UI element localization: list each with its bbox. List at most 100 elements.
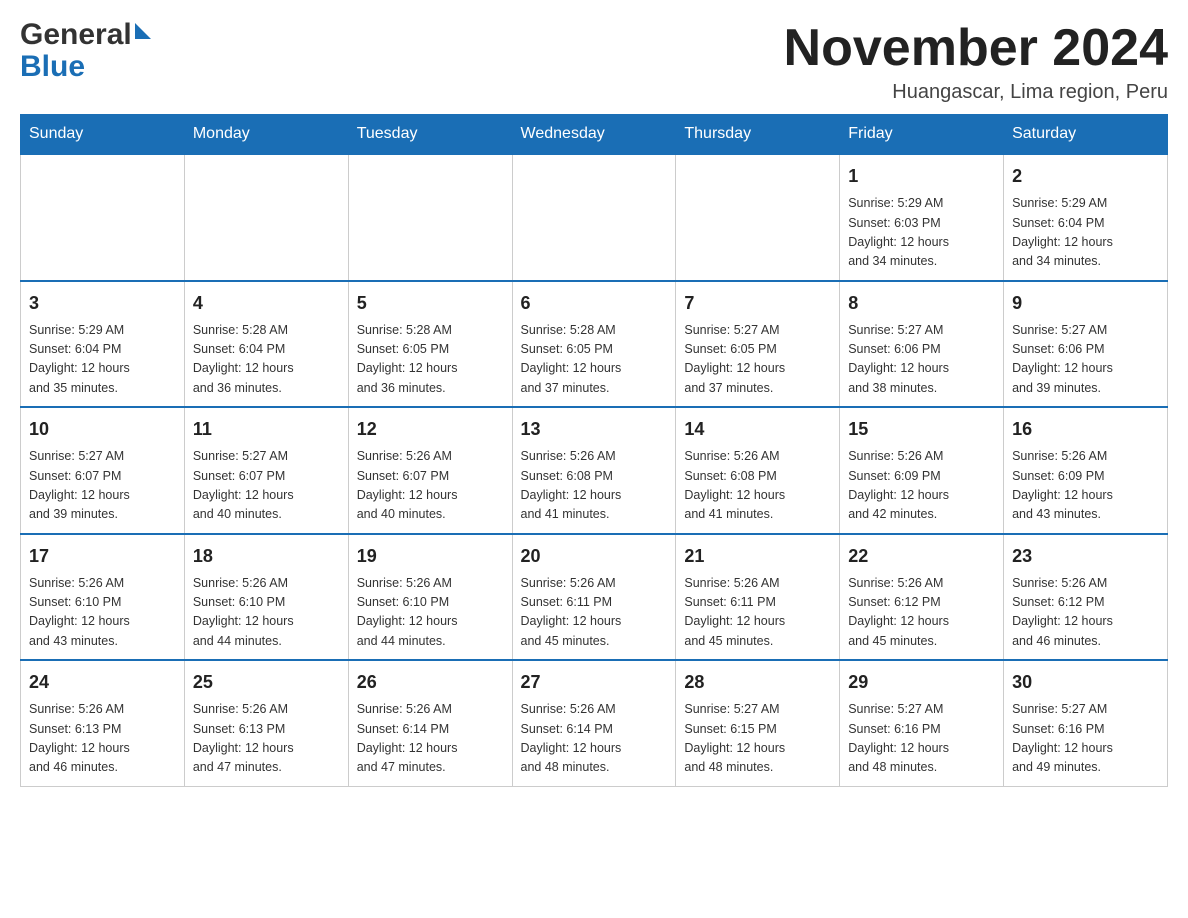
title-area: November 2024 Huangascar, Lima region, P… <box>784 20 1168 104</box>
calendar-table: SundayMondayTuesdayWednesdayThursdayFrid… <box>20 114 1168 787</box>
day-info: Sunrise: 5:26 AMSunset: 6:12 PMDaylight:… <box>848 574 995 652</box>
day-info: Sunrise: 5:26 AMSunset: 6:08 PMDaylight:… <box>521 447 668 525</box>
day-number: 26 <box>357 669 504 696</box>
day-number: 4 <box>193 290 340 317</box>
day-number: 7 <box>684 290 831 317</box>
day-number: 12 <box>357 416 504 443</box>
calendar-day-20: 20 Sunrise: 5:26 AMSunset: 6:11 PMDayligh… <box>512 534 676 661</box>
day-info: Sunrise: 5:26 AMSunset: 6:12 PMDaylight:… <box>1012 574 1159 652</box>
day-info: Sunrise: 5:26 AMSunset: 6:08 PMDaylight:… <box>684 447 831 525</box>
calendar-day-19: 19Sunrise: 5:26 AMSunset: 6:10 PMDayligh… <box>348 534 512 661</box>
day-info: Sunrise: 5:26 AMSunset: 6:07 PMDaylight:… <box>357 447 504 525</box>
calendar-day-26: 26 Sunrise: 5:26 AMSunset: 6:14 PMDayligh… <box>348 660 512 786</box>
calendar-day-28: 28 Sunrise: 5:27 AMSunset: 6:15 PMDayligh… <box>676 660 840 786</box>
day-info: Sunrise: 5:27 AMSunset: 6:05 PMDaylight:… <box>684 321 831 399</box>
day-number: 10 <box>29 416 176 443</box>
calendar-day-16: 16Sunrise: 5:26 AMSunset: 6:09 PMDayligh… <box>1004 407 1168 534</box>
day-info: Sunrise: 5:27 AMSunset: 6:06 PMDaylight:… <box>848 321 995 399</box>
month-title: November 2024 <box>784 20 1168 77</box>
day-number: 21 <box>684 543 831 570</box>
day-number: 3 <box>29 290 176 317</box>
logo-blue-text: Blue <box>20 52 151 82</box>
calendar-empty-cell <box>348 154 512 281</box>
day-info: Sunrise: 5:28 AMSunset: 6:05 PMDaylight:… <box>357 321 504 399</box>
logo-arrow-icon <box>135 23 151 39</box>
calendar-day-3: 3Sunrise: 5:29 AMSunset: 6:04 PMDaylight… <box>21 281 185 408</box>
day-number: 6 <box>521 290 668 317</box>
day-info: Sunrise: 5:26 AMSunset: 6:10 PMDaylight:… <box>357 574 504 652</box>
day-info: Sunrise: 5:26 AMSunset: 6:09 PMDaylight:… <box>848 447 995 525</box>
calendar-empty-cell <box>184 154 348 281</box>
day-info: Sunrise: 5:27 AMSunset: 6:06 PMDaylight:… <box>1012 321 1159 399</box>
calendar-empty-cell <box>21 154 185 281</box>
calendar-day-21: 21 Sunrise: 5:26 AMSunset: 6:11 PMDayligh… <box>676 534 840 661</box>
weekday-header-thursday: Thursday <box>676 115 840 155</box>
calendar-day-22: 22 Sunrise: 5:26 AMSunset: 6:12 PMDayligh… <box>840 534 1004 661</box>
day-info: Sunrise: 5:28 AMSunset: 6:04 PMDaylight:… <box>193 321 340 399</box>
calendar-day-9: 9Sunrise: 5:27 AMSunset: 6:06 PMDaylight… <box>1004 281 1168 408</box>
calendar-week-2: 3Sunrise: 5:29 AMSunset: 6:04 PMDaylight… <box>21 281 1168 408</box>
day-number: 5 <box>357 290 504 317</box>
calendar-week-3: 10 Sunrise: 5:27 AMSunset: 6:07 PMDayligh… <box>21 407 1168 534</box>
location-subtitle: Huangascar, Lima region, Peru <box>784 81 1168 104</box>
day-number: 2 <box>1012 163 1159 190</box>
day-number: 13 <box>521 416 668 443</box>
calendar-day-12: 12 Sunrise: 5:26 AMSunset: 6:07 PMDayligh… <box>348 407 512 534</box>
weekday-header-monday: Monday <box>184 115 348 155</box>
calendar-day-14: 14 Sunrise: 5:26 AMSunset: 6:08 PMDayligh… <box>676 407 840 534</box>
logo-general-text: General <box>20 20 132 50</box>
calendar-week-4: 17 Sunrise: 5:26 AMSunset: 6:10 PMDayligh… <box>21 534 1168 661</box>
calendar-day-30: 30Sunrise: 5:27 AMSunset: 6:16 PMDayligh… <box>1004 660 1168 786</box>
weekday-header-sunday: Sunday <box>21 115 185 155</box>
calendar-day-17: 17 Sunrise: 5:26 AMSunset: 6:10 PMDayligh… <box>21 534 185 661</box>
calendar-day-13: 13 Sunrise: 5:26 AMSunset: 6:08 PMDayligh… <box>512 407 676 534</box>
day-info: Sunrise: 5:29 AMSunset: 6:03 PMDaylight:… <box>848 194 995 272</box>
day-number: 27 <box>521 669 668 696</box>
day-number: 1 <box>848 163 995 190</box>
day-number: 28 <box>684 669 831 696</box>
calendar-week-5: 24Sunrise: 5:26 AMSunset: 6:13 PMDayligh… <box>21 660 1168 786</box>
day-info: Sunrise: 5:29 AMSunset: 6:04 PMDaylight:… <box>1012 194 1159 272</box>
day-number: 25 <box>193 669 340 696</box>
calendar-day-23: 23 Sunrise: 5:26 AMSunset: 6:12 PMDayligh… <box>1004 534 1168 661</box>
calendar-day-4: 4 Sunrise: 5:28 AMSunset: 6:04 PMDaylight… <box>184 281 348 408</box>
day-number: 23 <box>1012 543 1159 570</box>
day-number: 20 <box>521 543 668 570</box>
logo: General Blue <box>20 20 151 82</box>
day-info: Sunrise: 5:26 AMSunset: 6:11 PMDaylight:… <box>684 574 831 652</box>
calendar-day-29: 29Sunrise: 5:27 AMSunset: 6:16 PMDayligh… <box>840 660 1004 786</box>
day-number: 8 <box>848 290 995 317</box>
day-info: Sunrise: 5:26 AMSunset: 6:09 PMDaylight:… <box>1012 447 1159 525</box>
calendar-day-7: 7 Sunrise: 5:27 AMSunset: 6:05 PMDaylight… <box>676 281 840 408</box>
day-info: Sunrise: 5:26 AMSunset: 6:14 PMDaylight:… <box>521 700 668 778</box>
day-info: Sunrise: 5:26 AMSunset: 6:13 PMDaylight:… <box>193 700 340 778</box>
calendar-day-15: 15 Sunrise: 5:26 AMSunset: 6:09 PMDayligh… <box>840 407 1004 534</box>
day-info: Sunrise: 5:26 AMSunset: 6:10 PMDaylight:… <box>193 574 340 652</box>
calendar-day-27: 27 Sunrise: 5:26 AMSunset: 6:14 PMDayligh… <box>512 660 676 786</box>
calendar-day-18: 18Sunrise: 5:26 AMSunset: 6:10 PMDayligh… <box>184 534 348 661</box>
weekday-header-tuesday: Tuesday <box>348 115 512 155</box>
calendar-day-11: 11 Sunrise: 5:27 AMSunset: 6:07 PMDayligh… <box>184 407 348 534</box>
weekday-header-saturday: Saturday <box>1004 115 1168 155</box>
calendar-day-6: 6Sunrise: 5:28 AMSunset: 6:05 PMDaylight… <box>512 281 676 408</box>
day-info: Sunrise: 5:27 AMSunset: 6:15 PMDaylight:… <box>684 700 831 778</box>
day-number: 14 <box>684 416 831 443</box>
weekday-header-friday: Friday <box>840 115 1004 155</box>
day-info: Sunrise: 5:26 AMSunset: 6:11 PMDaylight:… <box>521 574 668 652</box>
calendar-week-1: 1 Sunrise: 5:29 AMSunset: 6:03 PMDaylight… <box>21 154 1168 281</box>
day-number: 17 <box>29 543 176 570</box>
calendar-day-2: 2 Sunrise: 5:29 AMSunset: 6:04 PMDaylight… <box>1004 154 1168 281</box>
page-header: General Blue November 2024 Huangascar, L… <box>20 20 1168 104</box>
day-number: 11 <box>193 416 340 443</box>
day-number: 30 <box>1012 669 1159 696</box>
day-info: Sunrise: 5:27 AMSunset: 6:07 PMDaylight:… <box>193 447 340 525</box>
day-number: 15 <box>848 416 995 443</box>
calendar-header-row: SundayMondayTuesdayWednesdayThursdayFrid… <box>21 115 1168 155</box>
calendar-empty-cell <box>512 154 676 281</box>
calendar-day-8: 8 Sunrise: 5:27 AMSunset: 6:06 PMDaylight… <box>840 281 1004 408</box>
day-number: 22 <box>848 543 995 570</box>
day-info: Sunrise: 5:26 AMSunset: 6:14 PMDaylight:… <box>357 700 504 778</box>
day-info: Sunrise: 5:26 AMSunset: 6:10 PMDaylight:… <box>29 574 176 652</box>
day-info: Sunrise: 5:26 AMSunset: 6:13 PMDaylight:… <box>29 700 176 778</box>
calendar-day-10: 10Sunrise: 5:27 AMSunset: 6:07 PMDayligh… <box>21 407 185 534</box>
